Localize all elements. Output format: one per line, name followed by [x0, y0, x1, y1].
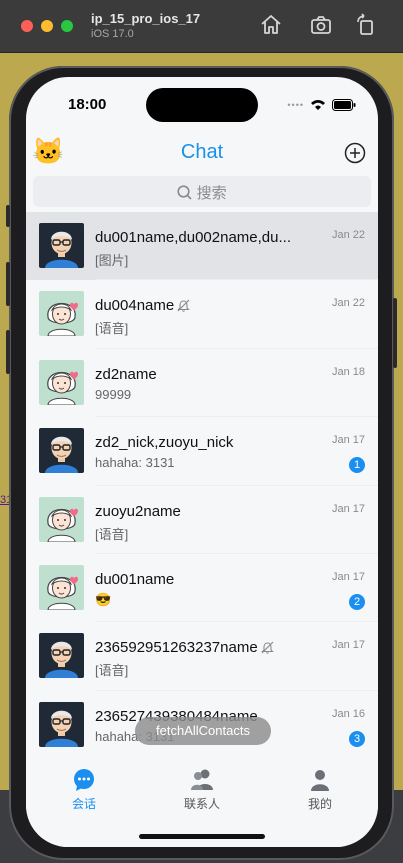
volume-down-button [6, 330, 10, 374]
avatar [39, 359, 84, 405]
conversation-name: du001name [95, 570, 175, 588]
last-message: [语音] [95, 663, 129, 679]
conversation-row[interactable]: zd2name 99999 Jan 18 [26, 349, 378, 418]
conversation-name: 236592951263237name [95, 639, 258, 657]
female-avatar-icon [39, 359, 84, 405]
tab-me[interactable]: 我的 [280, 768, 360, 812]
battery-icon [332, 99, 356, 111]
conversation-date: Jan 16 [331, 707, 365, 720]
zoom-window-button[interactable] [61, 20, 73, 32]
avatar [39, 564, 84, 610]
conversation-row[interactable]: 236592951263237name [语音] Jan 17 [26, 622, 378, 691]
conversation-row[interactable]: du001name,du002name,du... [图片] Jan 22 [26, 212, 378, 281]
close-window-button[interactable] [21, 20, 33, 32]
avatar [39, 223, 84, 268]
window-title: ip_15_pro_ios_17 [91, 11, 201, 26]
conversation-name-wrap: zuoyu2name [95, 503, 181, 520]
profile-icon [311, 770, 329, 791]
conversation-row[interactable]: zd2_nick,zuoyu_nick hahaha: 3131 Jan 17 1 [26, 417, 378, 486]
power-button [393, 298, 397, 368]
male-avatar-icon [39, 223, 84, 268]
tab-contacts-label: 联系人 [183, 797, 220, 811]
search-bar[interactable]: 搜索 [33, 176, 371, 207]
last-message: 😎 [95, 591, 112, 607]
volume-up-button [6, 262, 10, 306]
male-avatar-icon [39, 633, 84, 679]
wifi-icon [311, 100, 325, 110]
last-message: [语音] [95, 321, 129, 337]
conversation-name: zd2_nick,zuoyu_nick [95, 434, 234, 452]
rotate-icon[interactable] [354, 13, 378, 37]
conversation-name-wrap: zd2name [95, 366, 157, 383]
dynamic-island [146, 88, 258, 122]
minimize-window-button[interactable] [41, 20, 53, 32]
conversation-name: du001name,du002name,du... [95, 229, 291, 246]
tab-contacts[interactable]: 联系人 [162, 768, 242, 812]
conversation-date: Jan 17 [331, 639, 365, 652]
conversation-name: zd2name [95, 365, 157, 383]
male-avatar-icon [39, 428, 84, 474]
search-placeholder: 搜索 [33, 182, 371, 203]
conversation-name-wrap: du004name [95, 297, 191, 314]
last-message: [图片] [95, 253, 129, 268]
last-message: [语音] [95, 526, 129, 542]
tab-conversations[interactable]: 会话 [44, 768, 124, 812]
chat-bubble-icon [74, 769, 94, 791]
nav-bar: 🐱 Chat [26, 133, 378, 173]
conversation-row[interactable]: du001name 😎 Jan 17 2 [26, 554, 378, 623]
conversation-list: du001name,du002name,du... [图片] Jan 22 du004… [26, 212, 378, 760]
home-indicator[interactable] [139, 834, 265, 839]
search-placeholder-text: 搜索 [196, 185, 227, 202]
screenshot-icon[interactable] [309, 13, 333, 37]
last-message: 99999 [95, 386, 132, 402]
status-time: 18:00 [68, 96, 107, 113]
conversation-name-wrap: du001name,du002name,du... [95, 229, 291, 246]
conversation-date: Jan 17 [331, 434, 365, 447]
phone-screen: 18:00 •••• 🐱 Chat 搜索 du001name,du002name… [26, 77, 378, 847]
conversation-name: zuoyu2name [95, 502, 181, 520]
last-message: hahaha: 3131 [95, 455, 175, 471]
avatar [39, 428, 84, 474]
mute-bell-icon [260, 641, 274, 655]
conversation-date: Jan 22 [331, 297, 365, 310]
avatar [39, 496, 84, 542]
home-icon[interactable] [259, 13, 283, 37]
conversation-date: Jan 17 [331, 570, 365, 583]
tab-conversations-label: 会话 [71, 797, 96, 811]
conversation-date: Jan 22 [331, 229, 365, 241]
status-icons: •••• [287, 99, 356, 111]
window-subtitle: iOS 17.0 [91, 28, 134, 40]
conversation-name-wrap: du001name [95, 571, 174, 588]
unread-badge: 3 [349, 730, 365, 747]
unread-badge: 1 [349, 457, 365, 474]
avatar [39, 633, 84, 679]
conversation-name: du004name [95, 297, 175, 315]
tab-me-label: 我的 [307, 797, 332, 811]
conversation-row[interactable]: zuoyu2name [语音] Jan 17 [26, 486, 378, 554]
female-avatar-icon [39, 564, 84, 610]
avatar [39, 701, 84, 747]
female-avatar-icon [39, 291, 84, 337]
toast-message: fetchAllContacts [135, 717, 271, 745]
avatar [39, 291, 84, 337]
action-button [6, 205, 10, 227]
plus-circle-icon[interactable] [344, 142, 366, 164]
unread-badge: 2 [349, 593, 365, 610]
conversation-row[interactable]: du004name [语音] Jan 22 [26, 280, 378, 349]
search-icon [177, 185, 192, 200]
signal-icon: •••• [287, 100, 304, 110]
conversation-name-wrap: zd2_nick,zuoyu_nick [95, 434, 233, 451]
male-avatar-icon [39, 701, 84, 747]
female-avatar-icon [39, 496, 84, 542]
conversation-date: Jan 18 [331, 365, 365, 378]
mute-bell-icon [177, 299, 191, 313]
page-title: Chat [180, 141, 224, 163]
simulator-titlebar: ip_15_pro_ios_17 iOS 17.0 [0, 0, 403, 53]
conversation-name-wrap: 236592951263237name [95, 639, 275, 656]
conversation-date: Jan 17 [331, 502, 365, 515]
contacts-icon [191, 769, 213, 790]
